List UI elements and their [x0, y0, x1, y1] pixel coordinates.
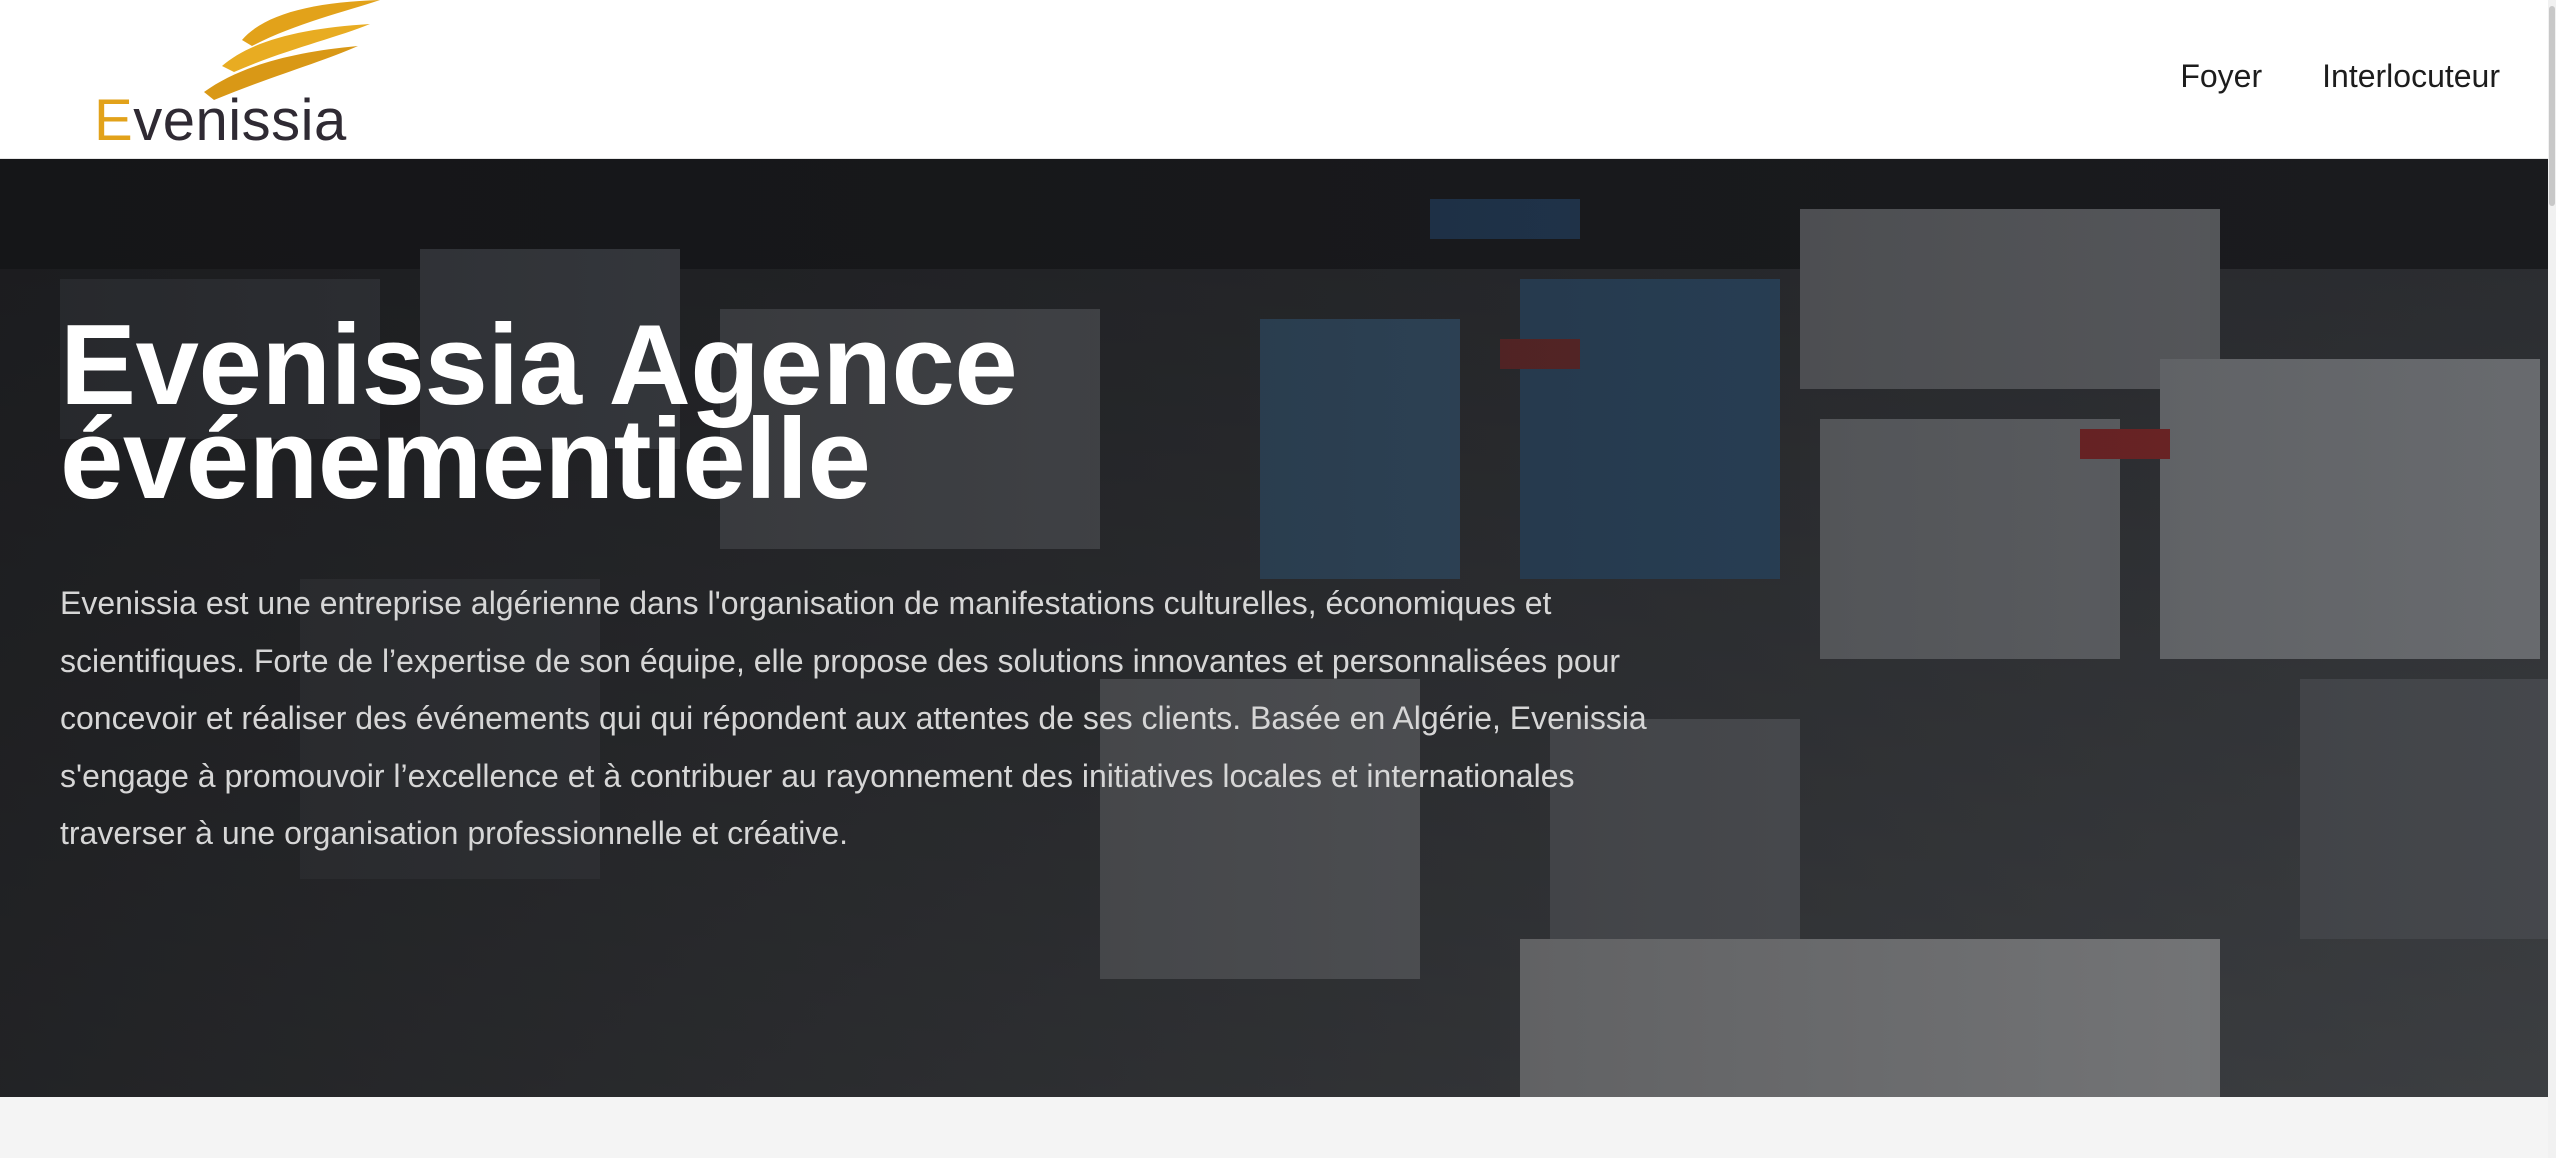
- hero-section: Evenissia Agence événementielle Evenissi…: [0, 159, 2548, 1097]
- site-logo[interactable]: Evenissia: [92, 0, 380, 153]
- hero-title: Evenissia Agence événementielle: [60, 309, 1700, 517]
- main-nav: Foyer Interlocuteur: [2180, 50, 2500, 102]
- logo-initial: E: [94, 88, 134, 153]
- page-scrollbar[interactable]: [2548, 0, 2556, 1158]
- hero-content: Evenissia Agence événementielle Evenissi…: [60, 309, 1700, 863]
- site-header: Evenissia Foyer Interlocuteur: [0, 0, 2556, 159]
- logo-wordmark: Evenissia: [94, 88, 347, 154]
- next-section: [0, 1097, 2548, 1158]
- hero-description: Evenissia est une entreprise algérienne …: [60, 585, 1647, 851]
- logo-name: venissia: [133, 88, 347, 153]
- nav-link-interlocuteur[interactable]: Interlocuteur: [2322, 58, 2500, 95]
- nav-link-foyer[interactable]: Foyer: [2180, 58, 2262, 95]
- scrollbar-thumb[interactable]: [2549, 6, 2555, 206]
